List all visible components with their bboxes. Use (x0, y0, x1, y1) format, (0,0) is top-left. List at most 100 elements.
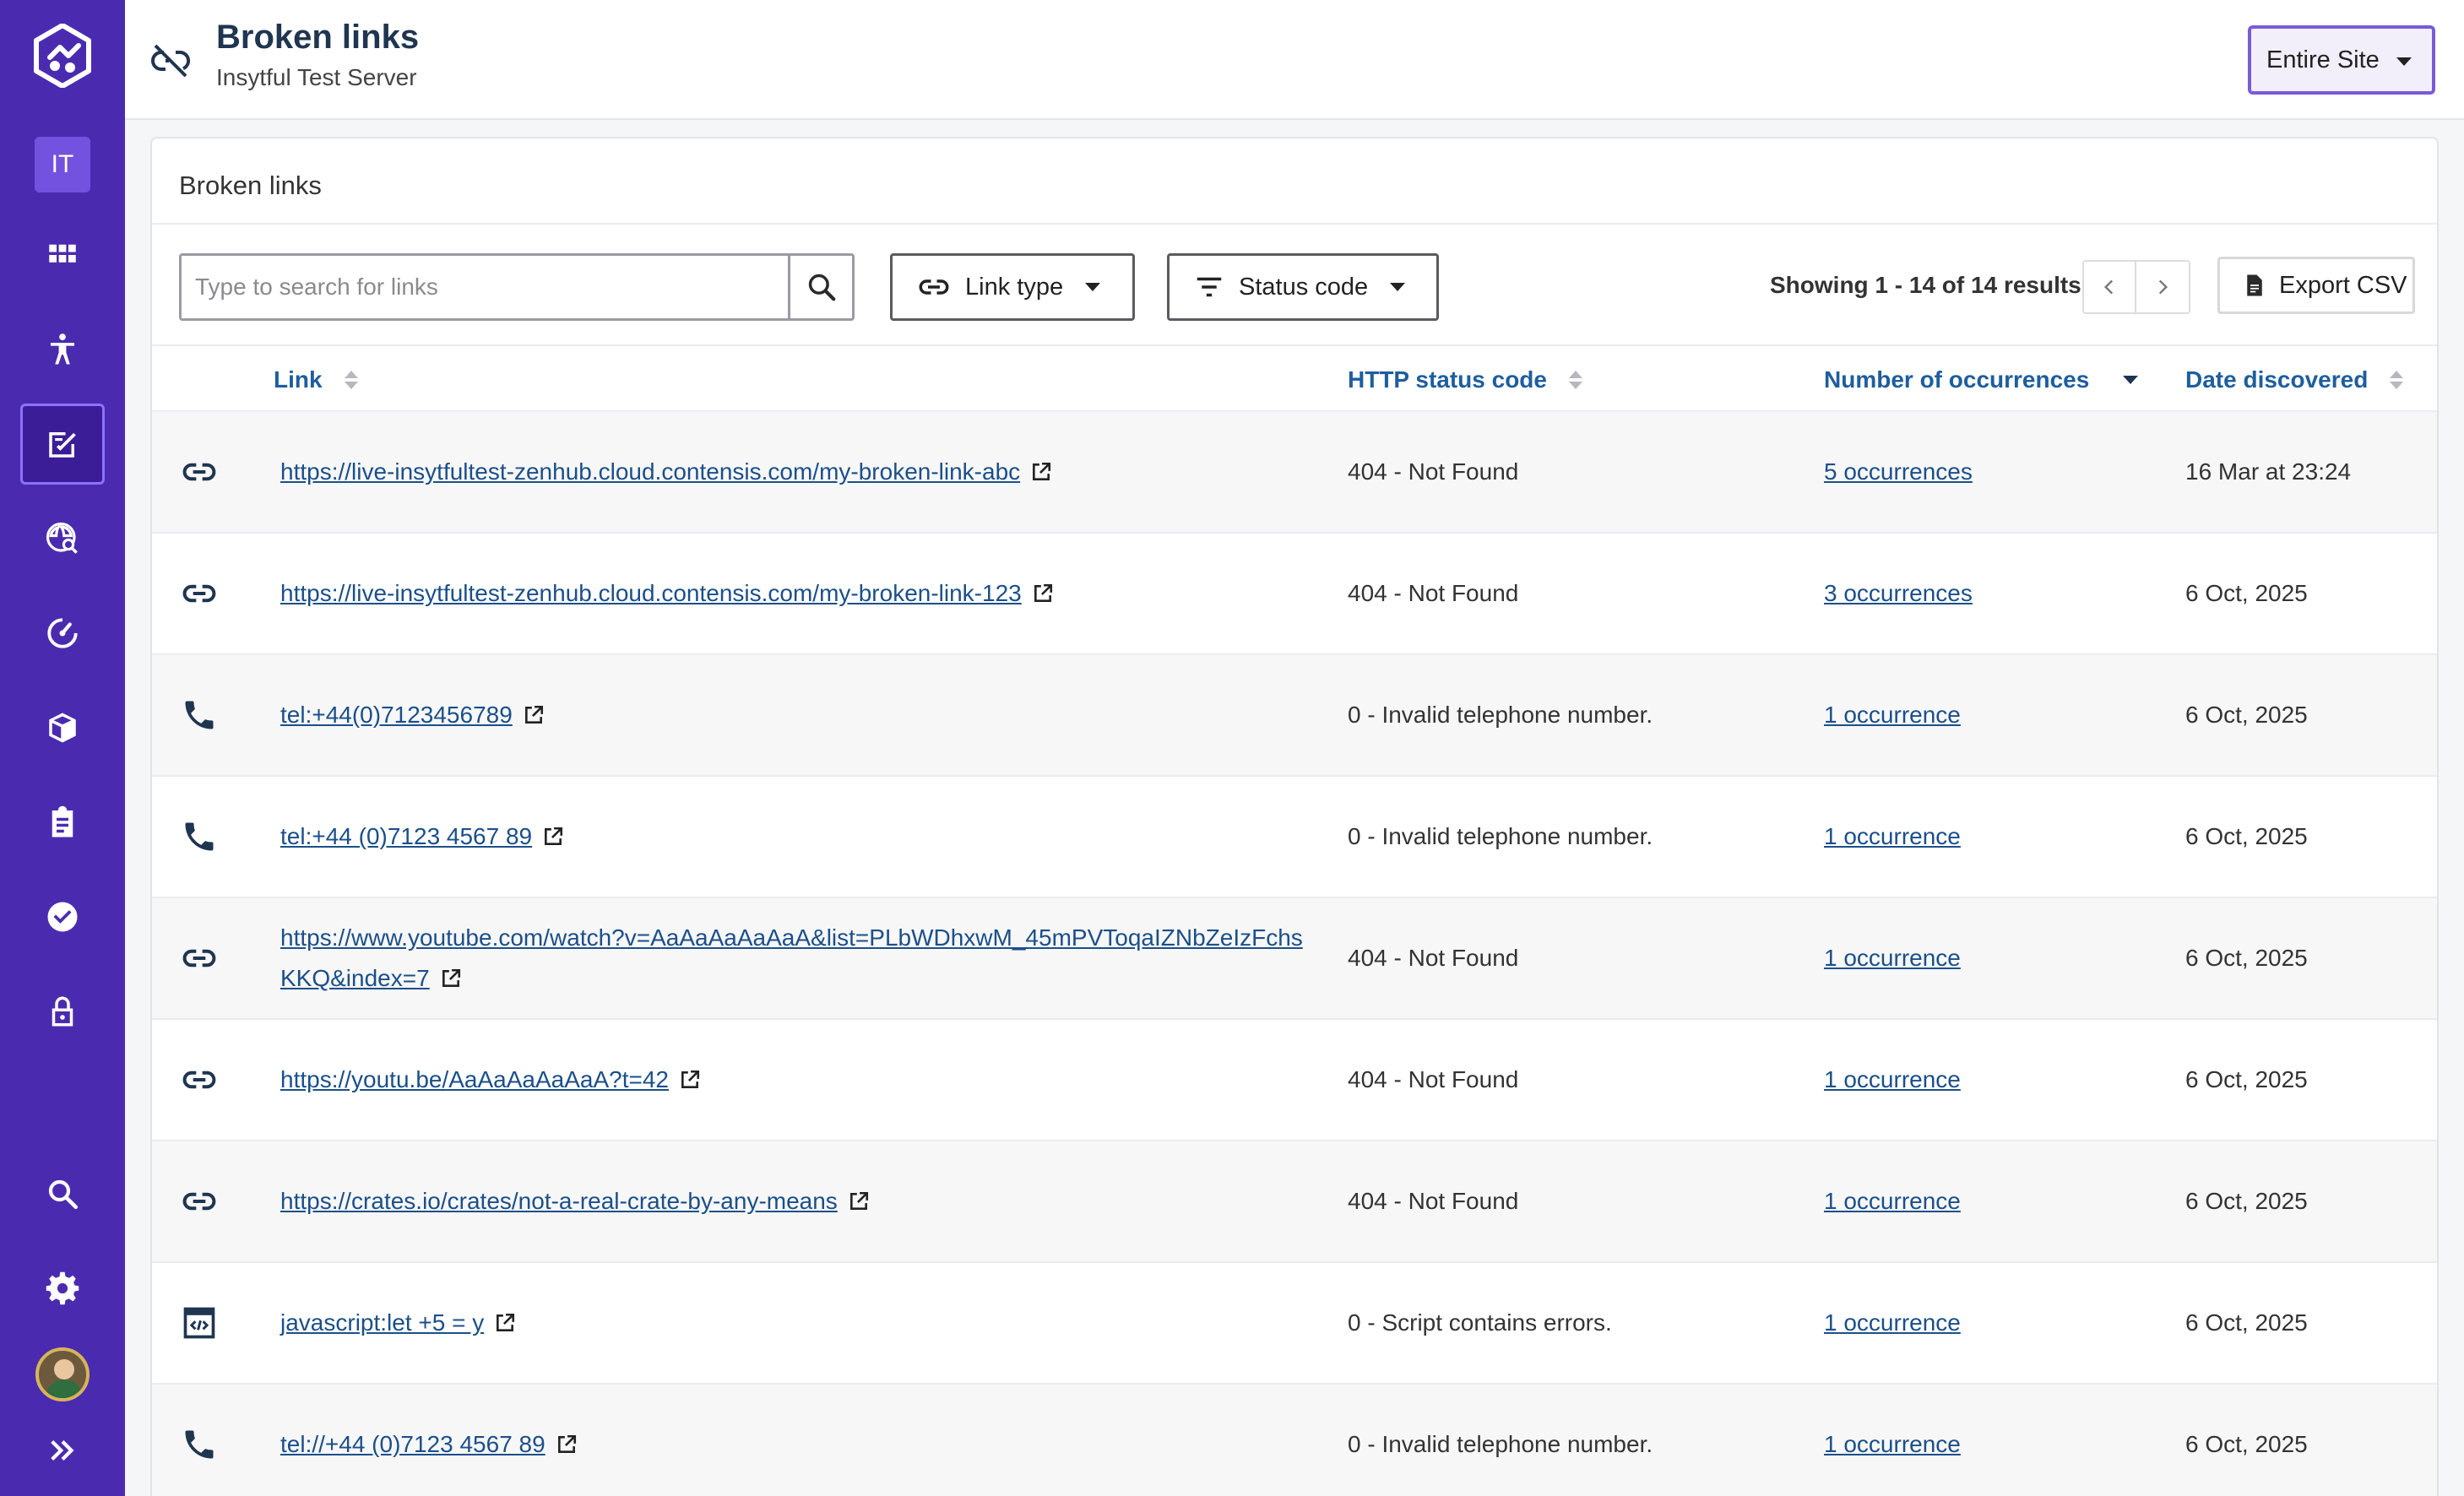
broken-link-url[interactable]: javascript:let +5 = y (280, 1309, 484, 1336)
status-code: 404 - Not Found (1348, 580, 1519, 606)
search-icon (48, 1179, 79, 1210)
table-row: https://live-insytfultest-zenhub.cloud.c… (152, 412, 2437, 534)
status-code-filter[interactable]: Status code (1167, 253, 1439, 321)
date-discovered: 6 Oct, 2025 (2185, 702, 2308, 728)
column-label: Date discovered (2185, 366, 2369, 393)
nav-security[interactable] (20, 971, 105, 1052)
caret-down-icon (1390, 283, 1406, 291)
scope-dropdown-label: Entire Site (2266, 46, 2380, 73)
table-row: javascript:let +5 = y 0 - Script contain… (152, 1263, 2437, 1385)
status-code: 0 - Invalid telephone number. (1348, 702, 1653, 728)
nav-performance[interactable] (20, 593, 105, 674)
page-subtitle: Insytful Test Server (216, 64, 417, 90)
external-link-icon[interactable] (1030, 461, 1052, 483)
user-avatar[interactable] (35, 1347, 90, 1401)
status-code: 404 - Not Found (1348, 1188, 1519, 1214)
nav-checks[interactable] (20, 876, 105, 957)
document-icon (2247, 274, 2262, 296)
status-code: 0 - Script contains errors. (1348, 1309, 1612, 1336)
table-row: https://live-insytfultest-zenhub.cloud.c… (152, 534, 2437, 655)
app-logo-icon[interactable] (30, 22, 95, 89)
external-link-icon[interactable] (523, 704, 545, 726)
lock-icon (52, 996, 73, 1027)
broken-link-url[interactable]: https://live-insytfultest-zenhub.cloud.c… (280, 458, 1020, 485)
check-circle-icon (47, 902, 78, 932)
next-page-button[interactable] (2136, 260, 2190, 314)
nav-content-quality[interactable] (20, 404, 105, 485)
table-row: tel://+44 (0)7123 4567 89 0 - Invalid te… (152, 1385, 2437, 1496)
broken-link-icon (151, 44, 191, 78)
sort-icon (344, 371, 358, 389)
broken-link-url[interactable]: tel:+44(0)7123456789 (280, 702, 513, 728)
date-discovered: 6 Oct, 2025 (2185, 823, 2308, 849)
link-cell: https://crates.io/crates/not-a-real-crat… (280, 1181, 1311, 1222)
phone-icon (185, 822, 214, 851)
nav-search[interactable] (20, 1153, 105, 1234)
search-button[interactable] (788, 256, 852, 318)
occurrences-link[interactable]: 1 occurrence (1824, 1309, 1961, 1336)
occurrences-link[interactable]: 1 occurrence (1824, 823, 1961, 850)
search-box (179, 253, 855, 321)
page-header: Broken links Insytful Test Server Entire… (125, 0, 2464, 120)
nav-reports[interactable] (20, 782, 105, 863)
search-input[interactable] (182, 256, 788, 318)
external-link-icon[interactable] (679, 1069, 701, 1091)
broken-link-url[interactable]: https://www.youtube.com/watch?v=AaAaAaAa… (280, 924, 1303, 991)
broken-link-url[interactable]: https://crates.io/crates/not-a-real-crat… (280, 1188, 838, 1214)
column-label: HTTP status code (1348, 366, 1547, 393)
broken-link-url[interactable]: https://live-insytfultest-zenhub.cloud.c… (280, 580, 1022, 606)
external-link-icon[interactable] (542, 826, 564, 848)
occurrences-link[interactable]: 1 occurrence (1824, 945, 1961, 972)
cubes-icon (49, 713, 76, 743)
previous-page-button[interactable] (2082, 260, 2136, 314)
nav-seo[interactable] (20, 498, 105, 579)
external-link-icon[interactable] (848, 1190, 870, 1212)
column-header-status[interactable]: HTTP status code (1348, 366, 1582, 393)
filter-icon (1197, 277, 1222, 297)
link-cell: tel:+44(0)7123456789 (280, 695, 1311, 735)
scope-dropdown[interactable]: Entire Site (2248, 25, 2435, 95)
occurrences-link[interactable]: 5 occurrences (1824, 458, 1973, 485)
external-link-icon[interactable] (556, 1434, 578, 1455)
gear-icon (46, 1271, 79, 1305)
sort-descending-icon (2123, 376, 2139, 384)
broken-link-url[interactable]: tel://+44 (0)7123 4567 89 (280, 1431, 545, 1457)
external-link-icon[interactable] (494, 1312, 516, 1334)
occurrences-link[interactable]: 1 occurrence (1824, 702, 1961, 729)
link-icon (182, 463, 216, 481)
caret-down-icon (1085, 283, 1101, 291)
broken-link-url[interactable]: https://youtu.be/AaAaAaAaAaA?t=42 (280, 1066, 669, 1092)
link-cell: https://www.youtube.com/watch?v=AaAaAaAa… (280, 918, 1311, 999)
export-csv-button[interactable]: Export CSV (2217, 257, 2415, 314)
accessibility-icon (51, 333, 74, 365)
link-icon (182, 1192, 216, 1211)
nav-settings[interactable] (20, 1248, 105, 1329)
occurrences-link[interactable]: 3 occurrences (1824, 580, 1973, 607)
link-type-label: Link type (965, 273, 1064, 301)
column-header-occurrences[interactable]: Number of occurrences (1824, 366, 2139, 393)
status-code: 404 - Not Found (1348, 458, 1519, 485)
date-discovered: 6 Oct, 2025 (2185, 945, 2308, 971)
occurrences-link[interactable]: 1 occurrence (1824, 1188, 1961, 1215)
external-link-icon[interactable] (1032, 583, 1054, 604)
link-type-filter[interactable]: Link type (890, 253, 1135, 321)
pagination (2082, 260, 2190, 314)
date-discovered: 6 Oct, 2025 (2185, 1309, 2308, 1336)
org-badge[interactable]: IT (35, 137, 90, 192)
broken-link-url[interactable]: tel:+44 (0)7123 4567 89 (280, 823, 532, 849)
table-row: https://youtu.be/AaAaAaAaAaA?t=42 404 - … (152, 1020, 2437, 1141)
external-link-icon[interactable] (440, 968, 462, 989)
phone-icon (185, 701, 214, 729)
nav-accessibility[interactable] (20, 309, 105, 390)
column-label: Link (274, 366, 323, 393)
nav-packages[interactable] (20, 687, 105, 768)
column-header-date[interactable]: Date discovered (2185, 366, 2404, 393)
occurrences-link[interactable]: 1 occurrence (1824, 1066, 1961, 1093)
speed-gauge-icon (47, 618, 78, 648)
nav-dashboard[interactable] (20, 214, 105, 295)
link-cell: tel:+44 (0)7123 4567 89 (280, 816, 1311, 857)
toolbar: Link type Status code Showing 1 - 14 of … (152, 225, 2437, 346)
column-header-link[interactable]: Link (274, 366, 358, 393)
expand-sidebar-button[interactable] (20, 1410, 105, 1491)
occurrences-link[interactable]: 1 occurrence (1824, 1431, 1961, 1458)
